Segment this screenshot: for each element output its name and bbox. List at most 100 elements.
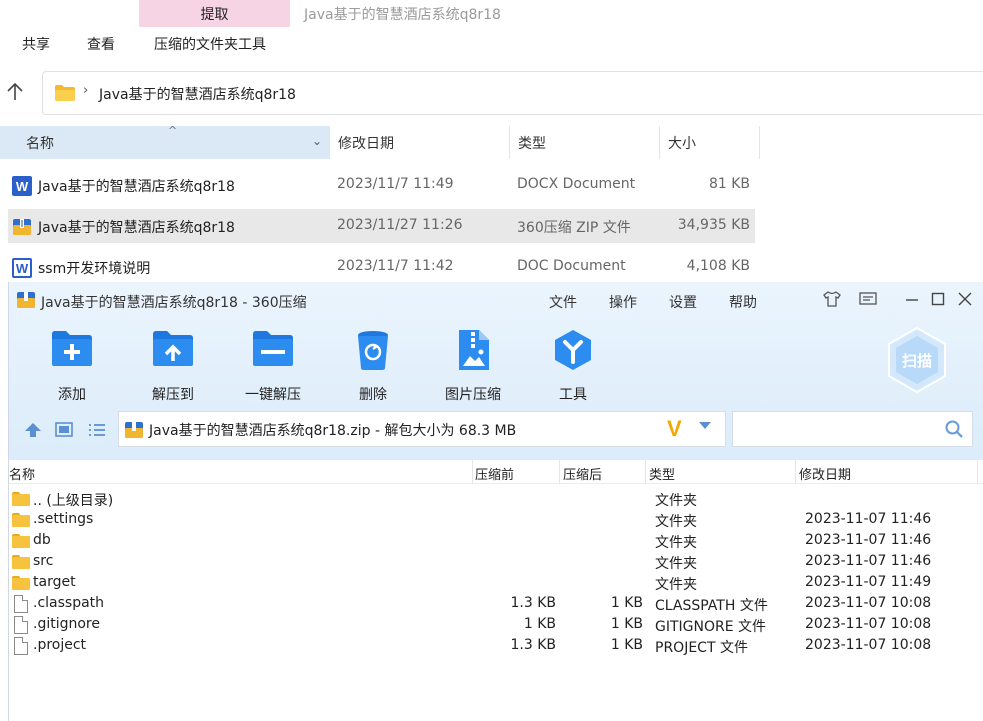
up-level-icon[interactable] — [23, 420, 43, 440]
entry-name: .settings — [33, 511, 94, 527]
col-after[interactable]: 压缩后 — [563, 464, 602, 483]
zip-archive-icon — [124, 420, 144, 444]
file-icon — [14, 595, 28, 613]
archive-row[interactable]: .settings 文件夹 2023-11-07 11:46 — [9, 509, 983, 530]
folder-icon — [12, 576, 30, 590]
archive-row[interactable]: src 文件夹 2023-11-07 11:46 — [9, 551, 983, 572]
col-type[interactable]: 类型 — [649, 464, 675, 483]
address-bar[interactable]: › Java基于的智慧酒店系统q8r18 — [42, 71, 983, 115]
archive-row-parent[interactable]: .. (上级目录) 文件夹 — [9, 488, 983, 509]
archive-row[interactable]: target 文件夹 2023-11-07 11:49 — [9, 572, 983, 593]
entry-size-after: 1 KB — [610, 595, 643, 611]
file-date: 2023/11/7 11:49 — [337, 176, 454, 192]
column-size[interactable]: 大小 — [660, 126, 760, 159]
file-list-header: 名称 ^ ⌄ 修改日期 类型 大小 — [0, 124, 760, 159]
delete-button[interactable]: 删除 — [323, 328, 423, 404]
entry-type: 文件夹 — [655, 556, 697, 572]
entry-name: .project — [33, 637, 87, 653]
archive-row[interactable]: .project 1.3 KB 1 KB PROJECT 文件 2023-11-… — [9, 635, 983, 656]
col-modified[interactable]: 修改日期 — [799, 464, 851, 483]
maximize-icon[interactable] — [927, 288, 949, 310]
thumbnail-view-icon[interactable] — [54, 420, 74, 440]
file-row[interactable]: W ssm开发环境说明 2023/11/7 11:42 DOC Document… — [8, 250, 755, 284]
scan-label: 扫描 — [902, 352, 933, 370]
file-name: Java基于的智慧酒店系统q8r18 — [38, 220, 235, 236]
one-click-extract-label: 一键解压 — [245, 387, 301, 403]
entry-size-before: 1.3 KB — [510, 595, 557, 611]
file-size: 4,108 KB — [686, 258, 750, 274]
close-icon[interactable] — [954, 288, 976, 310]
entry-size-before: 1.3 KB — [510, 637, 557, 653]
column-size-label: 大小 — [668, 135, 696, 152]
entry-modified: 2023-11-07 10:08 — [805, 637, 932, 653]
archive-row[interactable]: db 文件夹 2023-11-07 11:46 — [9, 530, 983, 551]
col-before[interactable]: 压缩前 — [475, 464, 514, 483]
one-click-extract-button[interactable]: 一键解压 — [223, 328, 323, 404]
entry-name: db — [33, 532, 51, 548]
file-row-selected[interactable]: Java基于的智慧酒店系统q8r18 2023/11/27 11:26 360压… — [8, 209, 755, 243]
skin-shirt-icon[interactable] — [821, 288, 843, 310]
image-compress-button[interactable]: 图片压缩 — [423, 328, 523, 404]
breadcrumb-chevron-icon[interactable]: › — [83, 83, 88, 98]
column-type-label: 类型 — [518, 135, 546, 152]
col-name[interactable]: 名称 — [9, 464, 35, 483]
entry-type: PROJECT 文件 — [655, 640, 748, 656]
sort-up-icon: ^ — [168, 124, 178, 137]
entry-name: .classpath — [33, 595, 105, 611]
v-badge-icon[interactable]: V — [667, 416, 682, 442]
tools-button[interactable]: 工具 — [523, 328, 623, 404]
file-name: ssm开发环境说明 — [38, 261, 151, 277]
recycle-bin-icon — [351, 328, 395, 372]
folder-icon — [12, 513, 30, 527]
column-name-label: 名称 — [26, 135, 54, 152]
up-arrow-icon[interactable] — [6, 82, 26, 104]
archive-path-text: Java基于的智慧酒店系统q8r18.zip - 解包大小为 68.3 MB — [149, 423, 517, 439]
file-date: 2023/11/27 11:26 — [337, 217, 463, 233]
archive-row[interactable]: .gitignore 1 KB 1 KB GITIGNORE 文件 2023-1… — [9, 614, 983, 635]
entry-name: target — [33, 574, 76, 590]
list-view-icon[interactable] — [87, 420, 107, 440]
entry-name: .gitignore — [33, 616, 100, 632]
breadcrumb-path[interactable]: Java基于的智慧酒店系统q8r18 — [99, 84, 296, 104]
zip-archive-icon — [12, 217, 32, 237]
scan-button[interactable]: 扫描 — [885, 326, 949, 394]
window-title: Java基于的智慧酒店系统q8r18 — [304, 7, 501, 23]
entry-modified: 2023-11-07 11:46 — [805, 532, 932, 548]
tools-icon — [551, 328, 595, 372]
dropdown-arrow-icon[interactable] — [699, 422, 711, 429]
entry-modified: 2023-11-07 11:49 — [805, 574, 932, 590]
feedback-icon[interactable] — [857, 288, 879, 310]
menu-help[interactable]: 帮助 — [729, 292, 757, 312]
entry-type: 文件夹 — [655, 514, 697, 530]
entry-modified: 2023-11-07 10:08 — [805, 616, 932, 632]
file-size: 34,935 KB — [677, 217, 750, 233]
chevron-down-icon[interactable]: ⌄ — [312, 134, 322, 148]
ribbon-tab-compressed-tools[interactable]: 压缩的文件夹工具 — [154, 34, 266, 54]
zip-toolbar-area: Java基于的智慧酒店系统q8r18 - 360压缩 文件 操作 设置 帮助 添… — [9, 282, 983, 460]
column-name[interactable]: 名称 — [0, 126, 330, 159]
archive-path-bar[interactable]: Java基于的智慧酒店系统q8r18.zip - 解包大小为 68.3 MB V — [118, 411, 726, 447]
file-icon — [14, 637, 28, 655]
ribbon-tab-view[interactable]: 查看 — [87, 34, 115, 54]
entry-name: src — [33, 553, 54, 569]
ribbon-tab-extract[interactable]: 提取 — [139, 0, 290, 27]
search-icon[interactable] — [944, 419, 964, 443]
minimize-icon[interactable] — [901, 288, 923, 310]
add-label: 添加 — [58, 387, 86, 403]
image-compress-label: 图片压缩 — [445, 387, 501, 403]
add-button[interactable]: 添加 — [22, 328, 122, 404]
tools-label: 工具 — [559, 387, 587, 403]
archive-row[interactable]: .classpath 1.3 KB 1 KB CLASSPATH 文件 2023… — [9, 593, 983, 614]
menu-file[interactable]: 文件 — [549, 292, 577, 312]
ribbon-tab-share[interactable]: 共享 — [22, 34, 50, 54]
search-input[interactable] — [732, 411, 973, 447]
file-row[interactable]: W Java基于的智慧酒店系统q8r18 2023/11/7 11:49 DOC… — [8, 168, 755, 202]
extract-to-button[interactable]: 解压到 — [123, 328, 223, 404]
archive-list-header: 名称 压缩前 压缩后 类型 修改日期 — [9, 460, 983, 484]
file-date: 2023/11/7 11:42 — [337, 258, 454, 274]
menu-settings[interactable]: 设置 — [669, 292, 697, 312]
column-date[interactable]: 修改日期 — [330, 126, 510, 159]
column-type[interactable]: 类型 — [510, 126, 660, 159]
menu-operate[interactable]: 操作 — [609, 292, 637, 312]
zip-window: Java基于的智慧酒店系统q8r18 - 360压缩 文件 操作 设置 帮助 添… — [8, 282, 983, 721]
